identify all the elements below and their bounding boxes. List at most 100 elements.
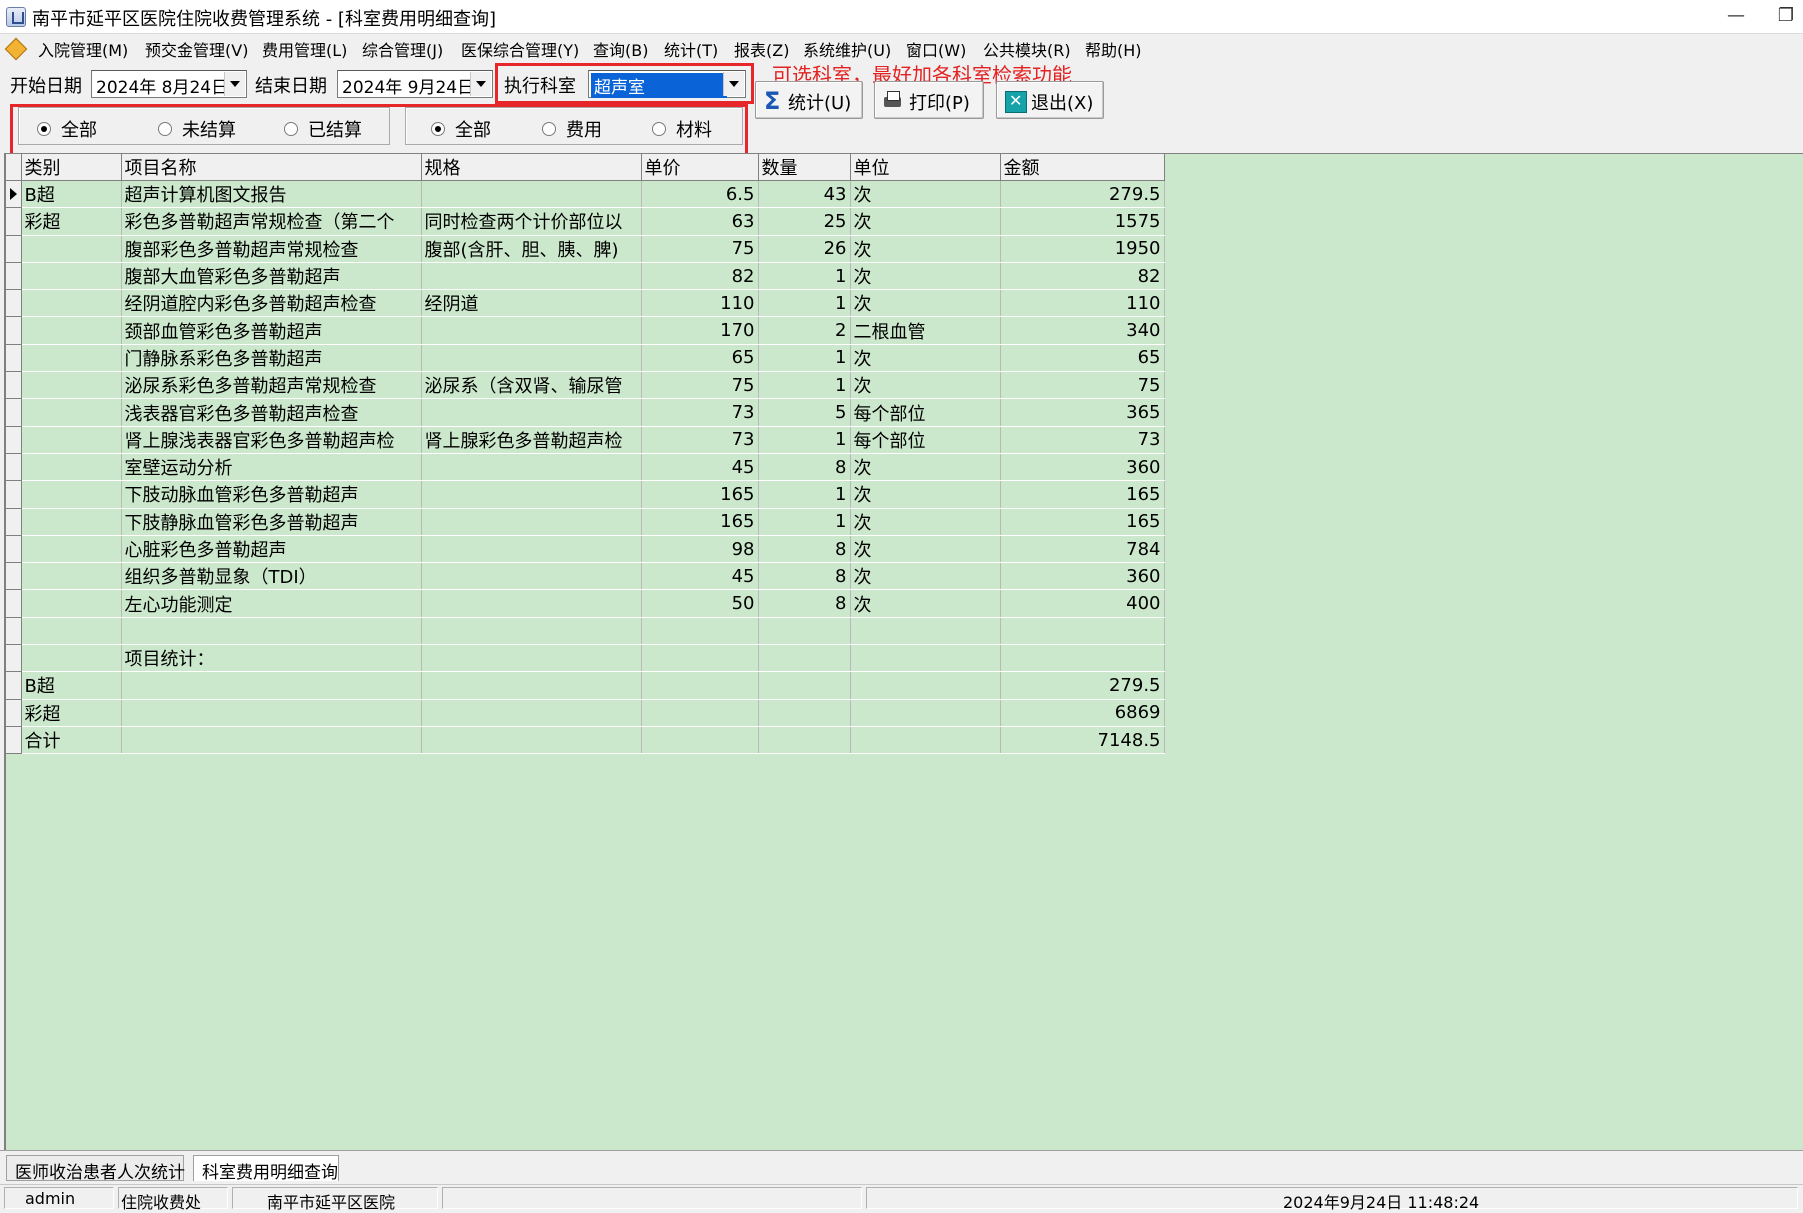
cell-unit[interactable]: 次	[850, 589, 1001, 618]
table-row[interactable]: 泌尿系彩色多普勒超声常规检查 泌尿系（含双肾、输尿管 75 1 次 75	[6, 371, 1165, 400]
cell-unit[interactable]: 次	[850, 235, 1001, 263]
cell-unit-price[interactable]: 45	[641, 453, 759, 482]
cell-spec[interactable]: 同时检查两个计价部位以	[421, 207, 642, 236]
menu-common[interactable]: 公共模块(R)	[983, 37, 1071, 61]
cell-unit-price[interactable]: 110	[641, 289, 759, 318]
cell-spec[interactable]	[421, 617, 642, 646]
cell-unit[interactable]: 次	[850, 289, 1001, 318]
cell-quantity[interactable]: 43	[758, 180, 851, 209]
cell-item-name[interactable]: 腹部大血管彩色多普勒超声	[121, 262, 422, 291]
cell-spec[interactable]	[421, 480, 642, 509]
cell-unit-price[interactable]: 73	[641, 398, 759, 427]
cell-unit-price[interactable]: 75	[641, 235, 759, 263]
data-grid[interactable]: 类别 项目名称 规格 单价 数量 单位 金额 B超 超声计算机图文报告 6.5 43 次…	[4, 153, 1803, 1150]
chevron-down-icon[interactable]	[224, 72, 245, 96]
table-row[interactable]: 左心功能测定 50 8 次 400	[6, 589, 1165, 618]
cell-amount[interactable]: 7148.5	[1000, 726, 1165, 755]
table-row[interactable]: 经阴道腔内彩色多普勒超声检查 经阴道 110 1 次 110	[6, 289, 1165, 318]
print-button[interactable]: 打印(P)	[874, 81, 984, 119]
cell-category[interactable]: B超	[21, 180, 122, 209]
row-selector[interactable]	[6, 644, 22, 673]
row-selector[interactable]	[6, 671, 22, 700]
cell-quantity[interactable]: 1	[758, 426, 851, 454]
cell-quantity[interactable]	[758, 644, 851, 673]
cell-spec[interactable]: 泌尿系（含双肾、输尿管	[421, 371, 642, 400]
cell-item-name[interactable]: 下肢静脉血管彩色多普勒超声	[121, 508, 422, 536]
cell-unit-price[interactable]	[641, 726, 759, 755]
cell-unit[interactable]: 二根血管	[850, 316, 1001, 345]
cell-spec[interactable]	[421, 316, 642, 345]
row-selector[interactable]	[6, 398, 22, 427]
menu-app-icon[interactable]	[6, 37, 28, 59]
cell-item-name[interactable]: 项目统计：	[121, 644, 422, 673]
cell-unit[interactable]: 次	[850, 480, 1001, 509]
cell-category[interactable]: 合计	[21, 726, 122, 755]
cell-quantity[interactable]: 1	[758, 289, 851, 318]
cell-unit[interactable]: 每个部位	[850, 426, 1001, 454]
row-selector[interactable]	[6, 344, 22, 373]
cell-unit-price[interactable]: 50	[641, 589, 759, 618]
cell-quantity[interactable]: 5	[758, 398, 851, 427]
cell-amount[interactable]	[1000, 644, 1165, 673]
cell-category[interactable]	[21, 562, 122, 591]
cell-item-name[interactable]: 颈部血管彩色多普勒超声	[121, 316, 422, 345]
cell-item-name[interactable]: 超声计算机图文报告	[121, 180, 422, 209]
table-row[interactable]: B超 279.5	[6, 671, 1165, 700]
dept-select[interactable]: 超声室	[588, 70, 746, 98]
row-selector[interactable]	[6, 316, 22, 345]
cell-spec[interactable]	[421, 589, 642, 618]
cell-item-name[interactable]: 腹部彩色多普勒超声常规检查	[121, 235, 422, 263]
table-row[interactable]	[6, 617, 1165, 646]
cell-category[interactable]	[21, 508, 122, 536]
cell-spec[interactable]	[421, 453, 642, 482]
cell-unit[interactable]: 次	[850, 344, 1001, 373]
cell-unit-price[interactable]: 170	[641, 316, 759, 345]
cell-spec[interactable]	[421, 262, 642, 291]
cell-spec[interactable]	[421, 180, 642, 209]
cell-category[interactable]	[21, 344, 122, 373]
cell-unit[interactable]	[850, 726, 1001, 755]
cell-unit-price[interactable]	[641, 617, 759, 646]
menu-insurance[interactable]: 医保综合管理(Y)	[461, 37, 579, 61]
cell-category[interactable]	[21, 398, 122, 427]
table-row[interactable]: 下肢动脉血管彩色多普勒超声 165 1 次 165	[6, 480, 1165, 509]
cell-unit[interactable]: 次	[850, 180, 1001, 209]
end-date-picker[interactable]: 2024年 9月24日	[337, 70, 493, 98]
cell-item-name[interactable]: 左心功能测定	[121, 589, 422, 618]
cell-item-name[interactable]: 肾上腺浅表器官彩色多普勒超声检	[121, 426, 422, 454]
table-row[interactable]: 组织多普勒显象（TDI） 45 8 次 360	[6, 562, 1165, 591]
cell-category[interactable]	[21, 316, 122, 345]
col-header-unit-price[interactable]: 单价	[641, 154, 759, 181]
row-selector[interactable]	[6, 371, 22, 400]
cell-amount[interactable]: 784	[1000, 535, 1165, 564]
tab-doctor-stats[interactable]: 医师收治患者人次统计	[6, 1155, 185, 1183]
row-selector[interactable]	[6, 480, 22, 509]
minimize-button[interactable]: —	[1716, 2, 1756, 32]
cell-category[interactable]	[21, 426, 122, 454]
restore-button[interactable]: ❐	[1766, 2, 1803, 32]
cell-amount[interactable]: 365	[1000, 398, 1165, 427]
cell-quantity[interactable]: 8	[758, 562, 851, 591]
cell-unit[interactable]: 次	[850, 453, 1001, 482]
cell-spec[interactable]	[421, 699, 642, 727]
cell-unit-price[interactable]: 73	[641, 426, 759, 454]
cell-unit[interactable]: 次	[850, 207, 1001, 236]
table-row[interactable]: 下肢静脉血管彩色多普勒超声 165 1 次 165	[6, 508, 1165, 536]
cell-amount[interactable]: 75	[1000, 371, 1165, 400]
cell-amount[interactable]: 1950	[1000, 235, 1165, 263]
row-selector[interactable]	[6, 562, 22, 591]
cell-amount[interactable]: 165	[1000, 508, 1165, 536]
cell-spec[interactable]	[421, 562, 642, 591]
cell-amount[interactable]: 340	[1000, 316, 1165, 345]
cell-unit[interactable]: 次	[850, 262, 1001, 291]
cell-quantity[interactable]: 2	[758, 316, 851, 345]
cell-amount[interactable]: 165	[1000, 480, 1165, 509]
cell-quantity[interactable]: 1	[758, 480, 851, 509]
cell-unit-price[interactable]	[641, 699, 759, 727]
cell-item-name[interactable]: 门静脉系彩色多普勒超声	[121, 344, 422, 373]
table-row[interactable]: 合计 7148.5	[6, 726, 1165, 755]
cell-unit-price[interactable]: 63	[641, 207, 759, 236]
current-row-indicator[interactable]	[6, 180, 22, 209]
table-row[interactable]: 颈部血管彩色多普勒超声 170 2 二根血管 340	[6, 316, 1165, 345]
cell-amount[interactable]: 73	[1000, 426, 1165, 454]
